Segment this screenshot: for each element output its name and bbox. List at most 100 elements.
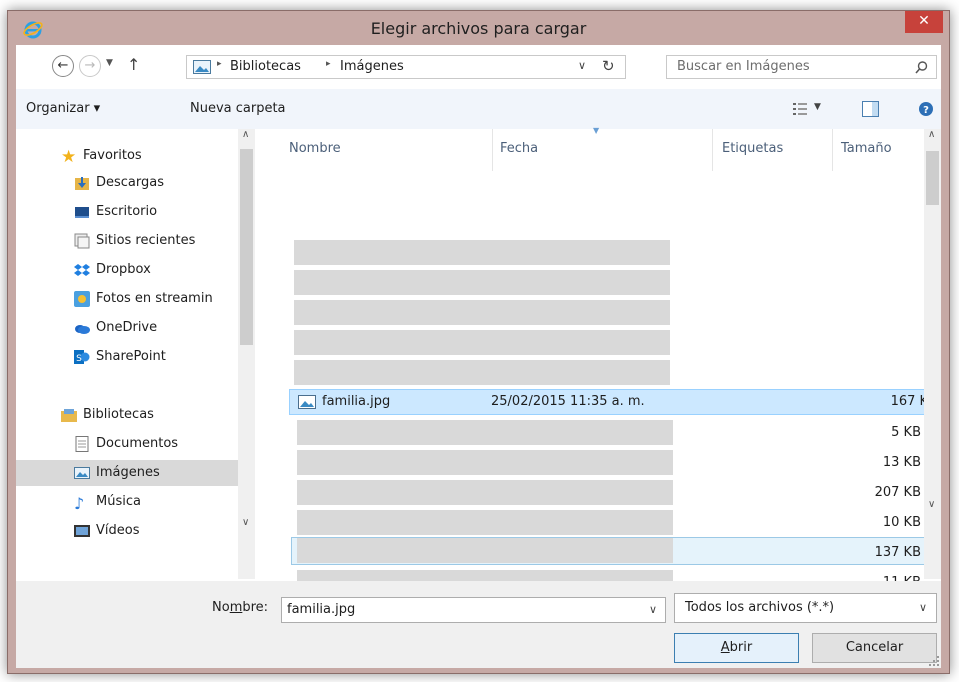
sidebar-item-imagenes[interactable]: Imágenes <box>16 460 243 486</box>
column-header-date[interactable]: Fecha <box>500 141 538 156</box>
dialog-footer: Nombre: familia.jpg ∨ Todos los archivos… <box>16 581 941 668</box>
scroll-thumb[interactable] <box>240 149 253 345</box>
pictures-library-icon <box>193 60 211 74</box>
dialog-content: ← → ▼ ↑ ▸ Bibliotecas ▸ Imágenes ∨ ↻ Bus… <box>16 45 941 668</box>
scroll-up-icon[interactable]: ∧ <box>242 129 249 140</box>
sidebar-item-sitios-recientes[interactable]: Sitios recientes <box>16 228 238 254</box>
file-dialog: Elegir archivos para cargar ✕ ← → ▼ ↑ ▸ … <box>7 10 950 674</box>
navigation-pane: ★ Favoritos Descargas Escritorio Sitios … <box>16 129 263 579</box>
sidebar-item-sharepoint[interactable]: S SharePoint <box>16 344 238 370</box>
redacted-file-row[interactable] <box>297 480 673 505</box>
sidebar-item-onedrive[interactable]: OneDrive <box>16 315 238 341</box>
recent-places-icon <box>74 233 90 249</box>
sidebar-item-favoritos[interactable]: ★ Favoritos <box>16 143 238 169</box>
sidebar-item-fotos-streaming[interactable]: Fotos en streamin <box>16 286 238 312</box>
window-title: Elegir archivos para cargar <box>370 19 587 38</box>
sidebar-item-label: Imágenes <box>96 465 160 480</box>
help-icon[interactable]: ? <box>918 101 934 117</box>
sidebar-item-label: Documentos <box>96 436 179 451</box>
filename-label-part: No <box>212 600 230 615</box>
sidebar-item-documentos[interactable]: Documentos <box>16 431 238 457</box>
pictures-icon <box>74 467 90 479</box>
sidebar-item-label: Sitios recientes <box>96 233 196 248</box>
filename-input[interactable]: familia.jpg ∨ <box>281 597 666 623</box>
sidebar-item-label: Descargas <box>96 175 165 190</box>
column-header-name[interactable]: Nombre <box>289 141 341 156</box>
sidebar-item-descargas[interactable]: Descargas <box>16 170 238 196</box>
file-size: 5 KB <box>891 425 921 440</box>
close-button[interactable]: ✕ <box>905 11 943 33</box>
redacted-file-row[interactable] <box>294 300 670 325</box>
redacted-file-row[interactable] <box>294 270 670 295</box>
file-size: 10 KB <box>882 515 921 530</box>
scroll-down-icon[interactable]: ∨ <box>928 499 935 510</box>
file-row-selected[interactable]: familia.jpg 25/02/2015 11:35 a. m. 167 K… <box>289 389 941 415</box>
column-divider[interactable] <box>492 129 493 171</box>
preview-pane-icon[interactable] <box>862 101 879 117</box>
file-size: 13 KB <box>882 455 921 470</box>
file-list: Nombre ▼ Fecha Etiquetas Tamaño familia.… <box>263 126 941 609</box>
cancel-button[interactable]: Cancelar <box>812 633 937 663</box>
sidebar-item-label: Música <box>96 494 141 509</box>
view-dropdown-icon[interactable]: ▼ <box>814 102 821 112</box>
navigation-scrollbar[interactable]: ∧ ∨ <box>238 129 255 579</box>
filename-label-accesskey: m <box>229 600 243 615</box>
scroll-thumb[interactable] <box>926 151 939 205</box>
file-type-select[interactable]: Todos los archivos (*.*) ∨ <box>674 593 937 623</box>
refresh-icon[interactable]: ↻ <box>602 57 615 75</box>
sidebar-item-musica[interactable]: ♪ Música <box>16 489 238 515</box>
scroll-up-icon[interactable]: ∧ <box>928 129 935 140</box>
file-size: 137 KB <box>874 545 921 560</box>
column-header-row: Nombre ▼ Fecha Etiquetas Tamaño <box>263 126 924 171</box>
column-divider[interactable] <box>712 129 713 171</box>
dropbox-icon <box>74 264 90 276</box>
column-divider[interactable] <box>832 129 833 171</box>
redacted-file-row[interactable] <box>297 538 673 563</box>
sort-arrow-icon: ▼ <box>593 126 600 135</box>
back-arrow-icon: ← <box>57 58 69 73</box>
search-icon <box>915 61 928 74</box>
column-header-tags[interactable]: Etiquetas <box>722 141 783 156</box>
file-name: familia.jpg <box>322 394 391 409</box>
scroll-down-icon[interactable]: ∨ <box>242 517 249 528</box>
redacted-file-row[interactable] <box>294 330 670 355</box>
sidebar-item-label: Dropbox <box>96 262 151 277</box>
column-header-size[interactable]: Tamaño <box>841 141 892 156</box>
file-size: 207 KB <box>874 485 921 500</box>
file-list-vertical-scrollbar[interactable]: ∧ ∨ <box>924 129 941 579</box>
breadcrumb-separator-icon: ▸ <box>217 59 222 69</box>
title-bar[interactable]: Elegir archivos para cargar ✕ <box>8 11 949 45</box>
open-button[interactable]: Abrir <box>674 633 799 663</box>
breadcrumb-bibliotecas[interactable]: Bibliotecas <box>230 59 301 74</box>
sidebar-item-dropbox[interactable]: Dropbox <box>16 257 238 283</box>
resize-grip-icon[interactable] <box>929 656 939 666</box>
sidebar-item-videos[interactable]: Vídeos <box>16 518 238 544</box>
organize-menu[interactable]: Organizar ▾ <box>26 101 100 116</box>
recent-locations-chevron-icon[interactable]: ▼ <box>106 58 113 68</box>
breadcrumb-imagenes[interactable]: Imágenes <box>340 59 404 74</box>
search-input[interactable]: Buscar en Imágenes <box>666 55 937 79</box>
redacted-file-row[interactable] <box>297 510 673 535</box>
chevron-down-icon[interactable]: ∨ <box>649 598 657 622</box>
new-folder-button[interactable]: Nueva carpeta <box>190 101 286 116</box>
star-icon: ★ <box>61 147 77 167</box>
redacted-file-row[interactable] <box>294 360 670 385</box>
view-options-icon[interactable] <box>792 102 808 116</box>
address-bar[interactable]: ▸ Bibliotecas ▸ Imágenes ∨ ↻ <box>186 55 626 79</box>
open-button-label: brir <box>729 640 753 655</box>
videos-icon <box>74 525 90 537</box>
sidebar-item-bibliotecas[interactable]: Bibliotecas <box>16 402 238 428</box>
address-dropdown-icon[interactable]: ∨ <box>578 59 586 72</box>
redacted-file-row[interactable] <box>297 420 673 445</box>
sidebar-item-label: Fotos en streamin <box>96 291 213 306</box>
forward-button[interactable]: → <box>79 55 101 77</box>
redacted-file-row[interactable] <box>297 450 673 475</box>
redacted-file-row[interactable] <box>294 240 670 265</box>
downloads-icon <box>75 177 89 190</box>
file-date: 25/02/2015 11:35 a. m. <box>491 394 645 409</box>
forward-arrow-icon: → <box>84 58 96 73</box>
pane-splitter[interactable] <box>255 129 263 579</box>
up-arrow-icon[interactable]: ↑ <box>127 55 140 74</box>
sidebar-item-escritorio[interactable]: Escritorio <box>16 199 238 225</box>
back-button[interactable]: ← <box>52 55 74 77</box>
